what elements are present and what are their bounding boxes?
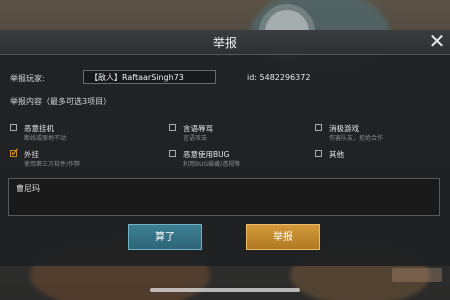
checkbox-checked[interactable]: ✓ [10, 146, 20, 158]
dialog-title: 举报 [212, 36, 237, 50]
option-subtitle: 伤害队友，拒绝合作 [329, 135, 384, 142]
checkbox[interactable] [10, 124, 17, 131]
reported-player-name: 【敌人】RaftaarSingh73 [83, 70, 216, 84]
report-description-input[interactable]: 曹尼玛 [8, 178, 440, 216]
hud-element [392, 268, 442, 282]
close-icon[interactable]: ✕ [426, 30, 448, 52]
dialog-title-bar: 举报 ✕ [0, 30, 450, 55]
report-button[interactable]: 举报 [246, 224, 320, 250]
option-subtitle: 利用BUG躲藏/透视等 [183, 161, 241, 168]
cancel-button[interactable]: 算了 [128, 224, 202, 250]
reported-player-id: id: 5482296372 [247, 73, 311, 82]
game-screen: 举报 ✕ 举报玩家: 【敌人】RaftaarSingh73 id: 548229… [0, 0, 450, 300]
checkbox[interactable] [169, 124, 176, 131]
option-subtitle: 断线或原地不动 [24, 135, 67, 142]
option-title: 其他 [329, 150, 344, 159]
home-indicator[interactable] [150, 288, 300, 292]
option-subtitle: 言语攻击 [183, 135, 208, 142]
report-player-label: 举报玩家: [10, 74, 45, 83]
checkbox[interactable] [315, 124, 322, 131]
checkbox[interactable] [315, 150, 322, 157]
checkbox[interactable] [169, 150, 176, 157]
report-content-label: 举报内容（最多可选3项目） [10, 97, 112, 106]
report-dialog: 举报 ✕ 举报玩家: 【敌人】RaftaarSingh73 id: 548229… [0, 30, 450, 266]
checkmark-icon: ✓ [10, 145, 21, 159]
option-subtitle: 使用第三方软件/作弊 [24, 161, 81, 168]
